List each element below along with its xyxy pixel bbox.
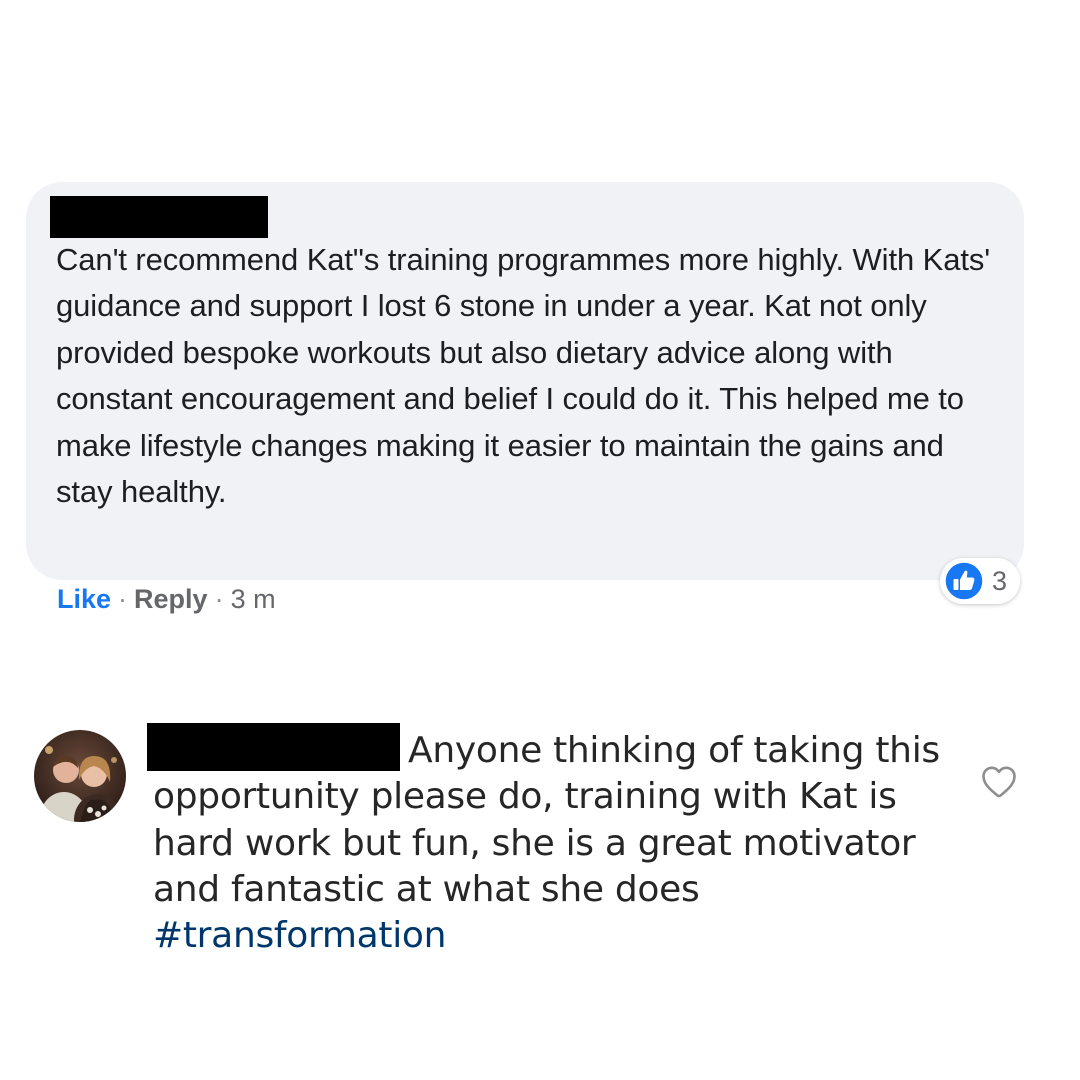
ig-comment-body: Anyone thinking of taking this opportuni… bbox=[153, 730, 940, 910]
like-link[interactable]: Like bbox=[57, 584, 111, 614]
comment-timestamp: 3 m bbox=[230, 584, 276, 614]
hashtag-link[interactable]: #transformation bbox=[153, 915, 446, 956]
heart-outline-icon[interactable] bbox=[981, 765, 1017, 799]
redacted-author-name bbox=[50, 196, 268, 238]
separator-dot: · bbox=[214, 584, 224, 614]
thumbs-up-icon bbox=[944, 561, 984, 601]
fb-comment-actions: Like · Reply · 3 m bbox=[57, 580, 276, 618]
reply-link[interactable]: Reply bbox=[134, 584, 208, 614]
fb-comment-text: Can't recommend Kat"s training programme… bbox=[56, 242, 991, 510]
avatar[interactable] bbox=[34, 730, 126, 822]
ig-comment-text: Anyone thinking of taking this opportuni… bbox=[153, 728, 943, 959]
avatar-photo bbox=[34, 730, 126, 822]
fb-comment-bubble: Can't recommend Kat"s training programme… bbox=[26, 182, 1024, 580]
reaction-summary[interactable]: 3 bbox=[940, 558, 1020, 604]
separator-dot: · bbox=[118, 584, 128, 614]
reaction-count: 3 bbox=[992, 565, 1008, 596]
